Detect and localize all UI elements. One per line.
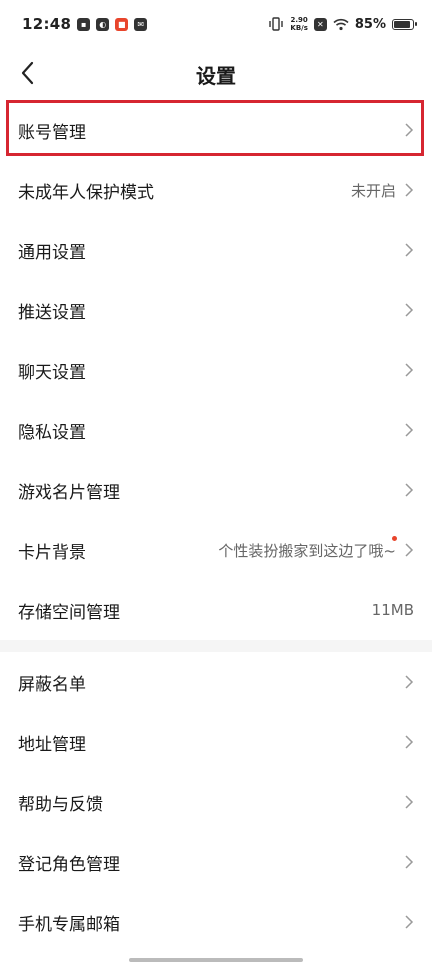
item-label: 卡片背景 — [18, 542, 86, 563]
item-right — [404, 914, 414, 930]
item-right — [404, 302, 414, 318]
settings-item-phone-mailbox[interactable]: 手机专属邮箱 — [0, 892, 432, 952]
page-title: 设置 — [196, 64, 236, 88]
item-right — [404, 674, 414, 690]
item-right — [404, 362, 414, 378]
chevron-right-icon — [405, 795, 414, 809]
item-right: 个性装扮搬家到这边了哦~ — [218, 535, 414, 561]
settings-item-game-card[interactable]: 游戏名片管理 — [0, 460, 432, 520]
home-indicator[interactable] — [129, 958, 303, 962]
header: 设置 — [0, 48, 432, 98]
status-bar-left: 12:48 ▪ ◐ ■ ✉ — [22, 15, 148, 33]
settings-item-general[interactable]: 通用设置 — [0, 220, 432, 280]
section-divider — [0, 640, 432, 652]
item-right — [404, 242, 414, 258]
settings-item-chat[interactable]: 聊天设置 — [0, 340, 432, 400]
status-bar-right: 2.90 KB/s ✕ 85% — [268, 16, 417, 32]
item-label: 存储空间管理 — [18, 602, 120, 623]
battery-icon — [392, 18, 417, 30]
item-label: 通用设置 — [18, 242, 86, 263]
chevron-right-icon — [405, 303, 414, 317]
chevron-right-icon — [405, 423, 414, 437]
item-right — [404, 422, 414, 438]
status-bar: 12:48 ▪ ◐ ■ ✉ 2.90 KB/s ✕ 85% — [0, 0, 432, 48]
chevron-right-icon — [405, 855, 414, 869]
item-label: 地址管理 — [18, 734, 86, 755]
net-speed: 2.90 KB/s — [290, 16, 307, 32]
chevron-right-icon — [405, 915, 414, 929]
chevron-right-icon — [405, 123, 414, 137]
settings-item-address[interactable]: 地址管理 — [0, 712, 432, 772]
settings-item-push[interactable]: 推送设置 — [0, 280, 432, 340]
chevron-right-icon — [405, 483, 414, 497]
item-value: 未开启 — [350, 181, 396, 200]
app-icon-1: ▪ — [77, 17, 91, 31]
data-off-icon: ✕ — [313, 17, 327, 31]
app-icon-2: ◐ — [96, 17, 110, 31]
vibrate-icon — [269, 17, 284, 31]
item-right: 11MB — [372, 601, 414, 619]
item-label: 推送设置 — [18, 302, 86, 323]
item-value: 11MB — [371, 601, 414, 619]
item-right — [404, 854, 414, 870]
item-label: 帮助与反馈 — [18, 794, 103, 815]
item-right — [404, 734, 414, 750]
item-right — [404, 794, 414, 810]
settings-item-account-management[interactable]: 账号管理 — [0, 100, 432, 160]
notification-dot — [392, 535, 397, 541]
settings-item-privacy[interactable]: 隐私设置 — [0, 400, 432, 460]
item-label: 聊天设置 — [18, 362, 86, 383]
chevron-right-icon — [405, 543, 414, 557]
settings-item-help-feedback[interactable]: 帮助与反馈 — [0, 772, 432, 832]
item-right — [404, 122, 414, 138]
item-label: 屏蔽名单 — [18, 674, 86, 695]
item-label: 游戏名片管理 — [18, 482, 120, 503]
net-speed-value: 2.90 — [290, 16, 308, 24]
chevron-right-icon — [405, 363, 414, 377]
chevron-right-icon — [405, 183, 414, 197]
message-icon: ✉ — [134, 17, 148, 31]
item-right — [404, 482, 414, 498]
item-label: 手机专属邮箱 — [18, 914, 120, 935]
net-speed-unit: KB/s — [290, 24, 308, 32]
chevron-right-icon — [405, 675, 414, 689]
status-time: 12:48 — [22, 15, 72, 33]
app-icon-3: ■ — [115, 17, 129, 31]
chevron-right-icon — [405, 735, 414, 749]
item-label: 登记角色管理 — [18, 854, 120, 875]
battery-percent: 85% — [354, 16, 386, 32]
item-label: 未成年人保护模式 — [18, 182, 154, 203]
settings-item-role-registration[interactable]: 登记角色管理 — [0, 832, 432, 892]
wifi-icon — [333, 18, 349, 30]
item-label: 账号管理 — [18, 122, 86, 143]
item-right: 未开启 — [351, 180, 414, 201]
item-label: 隐私设置 — [18, 422, 86, 443]
chevron-right-icon — [405, 243, 414, 257]
settings-item-card-background[interactable]: 卡片背景 个性装扮搬家到这边了哦~ — [0, 520, 432, 580]
item-value: 个性装扮搬家到这边了哦~ — [218, 541, 396, 560]
settings-item-minor-protection[interactable]: 未成年人保护模式 未开启 — [0, 160, 432, 220]
settings-item-block-list[interactable]: 屏蔽名单 — [0, 652, 432, 712]
settings-item-storage[interactable]: 存储空间管理 11MB — [0, 580, 432, 640]
